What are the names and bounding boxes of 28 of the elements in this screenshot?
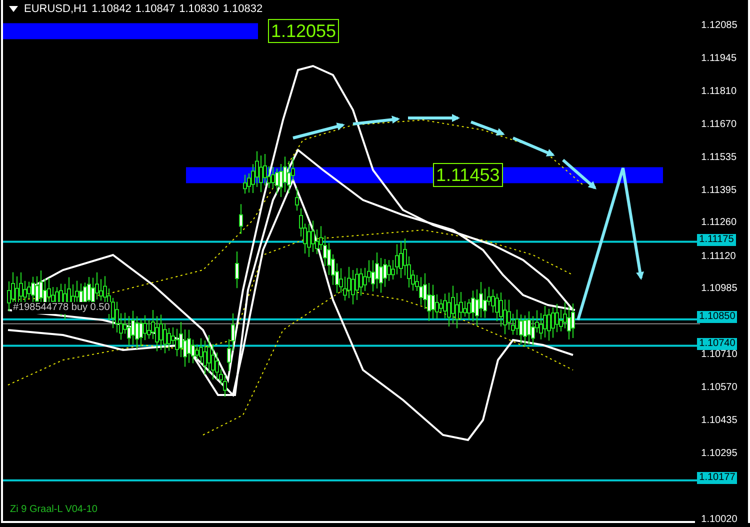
price-tick-label: 1.11395 [701, 185, 737, 198]
price-tick-label: 1.12085 [701, 20, 738, 32]
ohlc-quote: 1.10847 [135, 3, 176, 15]
price-tick-label: 1.11670 [701, 119, 737, 132]
ohlc-quote: 1.10842 [92, 3, 132, 15]
price-tick-label: 1.11810 [701, 86, 737, 98]
zone-price-label: 1.11453 [433, 163, 503, 188]
order-label: #198544778 buy 0.50 [12, 302, 111, 314]
price-tick-label: 1.10985 [701, 283, 738, 296]
price-tick-label: 1.10710 [701, 348, 738, 361]
ohlc-quote: 1.10832 [222, 3, 263, 15]
ohlc-quote: 1.10830 [179, 3, 219, 15]
chart-symbol: EURUSD,H1 [24, 3, 88, 15]
price-tick-label: 1.10570 [701, 382, 738, 394]
price-tick-label: 1.11535 [701, 152, 737, 164]
price-tick-label: 1.11260 [701, 217, 737, 230]
price-tick-label: 1.10435 [701, 414, 738, 427]
price-tick-label: 1.11120 [701, 250, 736, 263]
price-tick-label: 1.10295 [701, 448, 738, 460]
price-tick-label: 1.10020 [701, 514, 738, 526]
price-tick-label: 1.11945 [701, 53, 737, 66]
level-price-label: 1.10850 [697, 311, 738, 324]
level-price-label: 1.11175 [697, 234, 736, 246]
zone-price-label: 1.12055 [268, 19, 340, 44]
dropdown-triangle-icon[interactable] [9, 6, 18, 12]
level-price-label: 1.10740 [697, 338, 738, 350]
indicator-name: Zi 9 Graal-L V04-10 [10, 504, 98, 515]
level-price-label: 1.10177 [697, 472, 738, 484]
